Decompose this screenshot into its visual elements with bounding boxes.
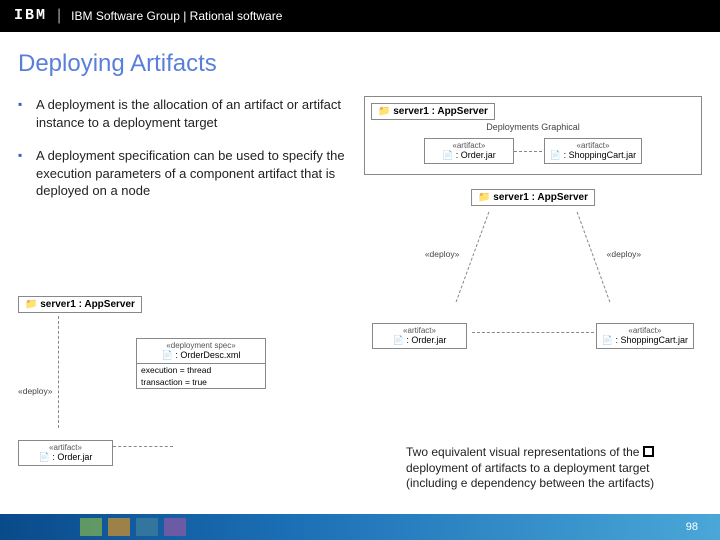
bullet-item: A deployment is the allocation of an art…	[18, 96, 348, 131]
caption-post: deployment of artifacts to a deployment …	[406, 461, 654, 491]
artifact-name: 📄 : Order.jar	[430, 150, 508, 161]
deploy-label: «deploy»	[425, 249, 460, 259]
dependency-line	[472, 332, 594, 333]
footer-icon	[108, 518, 130, 536]
bullet-item: A deployment specification can be used t…	[18, 147, 348, 200]
dependency-line	[576, 212, 610, 303]
artifact-name: 📄 : Order.jar	[25, 452, 106, 463]
footer-bar: 98	[0, 514, 720, 540]
artifact-pair: «artifact» 📄 : Order.jar «artifact» 📄 : …	[371, 138, 695, 164]
bullet-list: A deployment is the allocation of an art…	[18, 96, 348, 200]
slide-title: Deploying Artifacts	[18, 50, 720, 78]
spec-header: «deployment spec» 📄 : OrderDesc.xml	[137, 339, 265, 364]
spec-row: execution = thread	[137, 364, 265, 376]
server-label: server1 : AppServer	[393, 106, 488, 117]
right-column: 📁 server1 : AppServer Deployments Graphi…	[364, 96, 702, 349]
artifact-box: «artifact» 📄 : ShoppingCart.jar	[544, 138, 642, 164]
uml-diagram-bottom-left: 📁 server1 : AppServer «deploy» «deployme…	[18, 296, 348, 466]
deploy-label: «deploy»	[607, 249, 642, 259]
stereotype: «artifact»	[378, 326, 461, 335]
header-text: IBM Software Group | Rational software	[71, 9, 282, 23]
footer-icon	[136, 518, 158, 536]
header-divider: |	[57, 7, 61, 25]
uml-diagram-middle: 📁 server1 : AppServer «deploy» «deploy» …	[364, 189, 702, 349]
artifact-box: «artifact» 📄 : Order.jar	[372, 323, 467, 349]
dependency-line	[456, 212, 490, 303]
artifact-name: 📄 : Order.jar	[378, 335, 461, 346]
spec-row: transaction = true	[137, 376, 265, 388]
footer-icons	[80, 518, 186, 536]
server-node: 📁 server1 : AppServer	[371, 103, 495, 120]
artifact-box: «artifact» 📄 : Order.jar	[18, 440, 113, 466]
header-bar: IBM | IBM Software Group | Rational soft…	[0, 0, 720, 32]
square-icon	[643, 446, 654, 457]
spec-name: 📄 : OrderDesc.xml	[141, 350, 261, 361]
footer-icon	[164, 518, 186, 536]
page-number: 98	[686, 521, 698, 533]
ibm-logo: IBM	[14, 14, 47, 19]
caption-pre: Two equivalent visual representations of…	[406, 445, 643, 459]
dependency-line	[113, 446, 173, 447]
stereotype: «artifact»	[550, 141, 636, 150]
artifact-box: «artifact» 📄 : Order.jar	[424, 138, 514, 164]
uml-diagram-top: 📁 server1 : AppServer Deployments Graphi…	[364, 96, 702, 175]
deploy-label: «deploy»	[18, 386, 53, 396]
diagram-subtitle: Deployments Graphical	[371, 122, 695, 132]
stereotype: «artifact»	[25, 443, 106, 452]
dependency-line	[58, 316, 59, 428]
stereotype: «artifact»	[602, 326, 688, 335]
caption-text: Two equivalent visual representations of…	[406, 445, 696, 492]
artifact-name: 📄 : ShoppingCart.jar	[550, 150, 636, 161]
stereotype: «artifact»	[430, 141, 508, 150]
stereotype: «deployment spec»	[141, 341, 261, 350]
artifact-name: 📄 : ShoppingCart.jar	[602, 335, 688, 346]
artifact-box: «artifact» 📄 : ShoppingCart.jar	[596, 323, 694, 349]
footer-icon	[80, 518, 102, 536]
server-node: 📁 server1 : AppServer	[471, 189, 595, 206]
deployment-spec: «deployment spec» 📄 : OrderDesc.xml exec…	[136, 338, 266, 389]
server-node: 📁 server1 : AppServer	[18, 296, 142, 313]
